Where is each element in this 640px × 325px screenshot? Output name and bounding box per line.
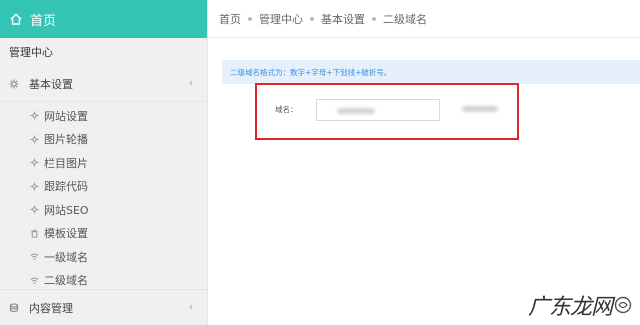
info-banner: 二级域名格式为：数字+字母+下划线+破折号。: [222, 60, 640, 84]
sidebar-item-label: 网站设置: [44, 109, 88, 123]
sidebar: 首页 管理中心 基本设置 ‹ 网站设置 图片轮播 栏目图片 跟踪代码 网站SEO…: [0, 0, 208, 325]
breadcrumb-separator: [248, 16, 252, 21]
breadcrumb-item-current: 二级域名: [383, 12, 427, 26]
sidebar-group-label: 基本设置: [29, 77, 73, 91]
sidebar-item-carousel[interactable]: 图片轮播: [0, 128, 207, 152]
sidebar-home-label: 首页: [30, 13, 57, 29]
gear-icon: [9, 79, 19, 88]
sidebar-item-label: 栏目图片: [44, 156, 88, 170]
gear-icon: [30, 158, 39, 167]
app-frame: 首页 管理中心 基本设置 ‹ 网站设置 图片轮播 栏目图片 跟踪代码 网站SEO…: [0, 0, 640, 325]
trash-icon: [31, 229, 38, 238]
breadcrumb: 首页 管理中心 基本设置 二级域名: [208, 0, 640, 38]
sidebar-home[interactable]: 首页: [0, 0, 207, 38]
highlight-annotation-box: [255, 83, 519, 140]
gear-icon: [30, 135, 39, 144]
database-icon: [9, 302, 19, 312]
sidebar-item-templates[interactable]: 模板设置: [0, 222, 207, 246]
sidebar-item-seo[interactable]: 网站SEO: [0, 198, 207, 222]
breadcrumb-item[interactable]: 管理中心: [259, 11, 303, 27]
gear-icon: [30, 205, 39, 214]
breadcrumb-item[interactable]: 首页: [219, 11, 241, 27]
sidebar-submenu: 网站设置 图片轮播 栏目图片 跟踪代码 网站SEO 模板设置 一级域名 二级域名: [0, 102, 207, 292]
breadcrumb-item[interactable]: 基本设置: [321, 11, 365, 27]
sidebar-item-label: 模板设置: [44, 227, 88, 241]
sidebar-item-label: 网站SEO: [44, 203, 89, 217]
gear-icon: [30, 182, 39, 191]
home-icon: [10, 13, 22, 25]
gear-icon: [30, 111, 39, 120]
sidebar-section-title: 管理中心: [9, 46, 53, 59]
sidebar-item-site-settings[interactable]: 网站设置: [0, 104, 207, 128]
watermark: 广东龙网: [528, 289, 632, 321]
sidebar-group-label: 内容管理: [29, 301, 73, 315]
watermark-logo-icon: [614, 296, 632, 314]
chevron-left-icon: ‹: [189, 302, 193, 313]
sidebar-group-basic-settings[interactable]: 基本设置 ‹: [0, 66, 207, 102]
chevron-left-icon: ‹: [189, 78, 193, 89]
sidebar-item-primary-domain[interactable]: 一级域名: [0, 245, 207, 269]
sidebar-item-label: 图片轮播: [44, 133, 88, 147]
sidebar-item-column-images[interactable]: 栏目图片: [0, 151, 207, 175]
watermark-text: 广东龙网: [527, 295, 613, 320]
wifi-icon: [30, 253, 39, 261]
sidebar-group-content-management[interactable]: 内容管理 ‹: [0, 289, 207, 325]
breadcrumb-separator: [372, 16, 376, 21]
sidebar-item-label: 跟踪代码: [44, 180, 88, 194]
sidebar-item-tracking-code[interactable]: 跟踪代码: [0, 175, 207, 199]
sidebar-item-label: 一级域名: [44, 250, 88, 264]
breadcrumb-separator: [310, 16, 314, 21]
sidebar-item-label: 二级域名: [44, 274, 88, 288]
wifi-icon: [30, 277, 39, 284]
